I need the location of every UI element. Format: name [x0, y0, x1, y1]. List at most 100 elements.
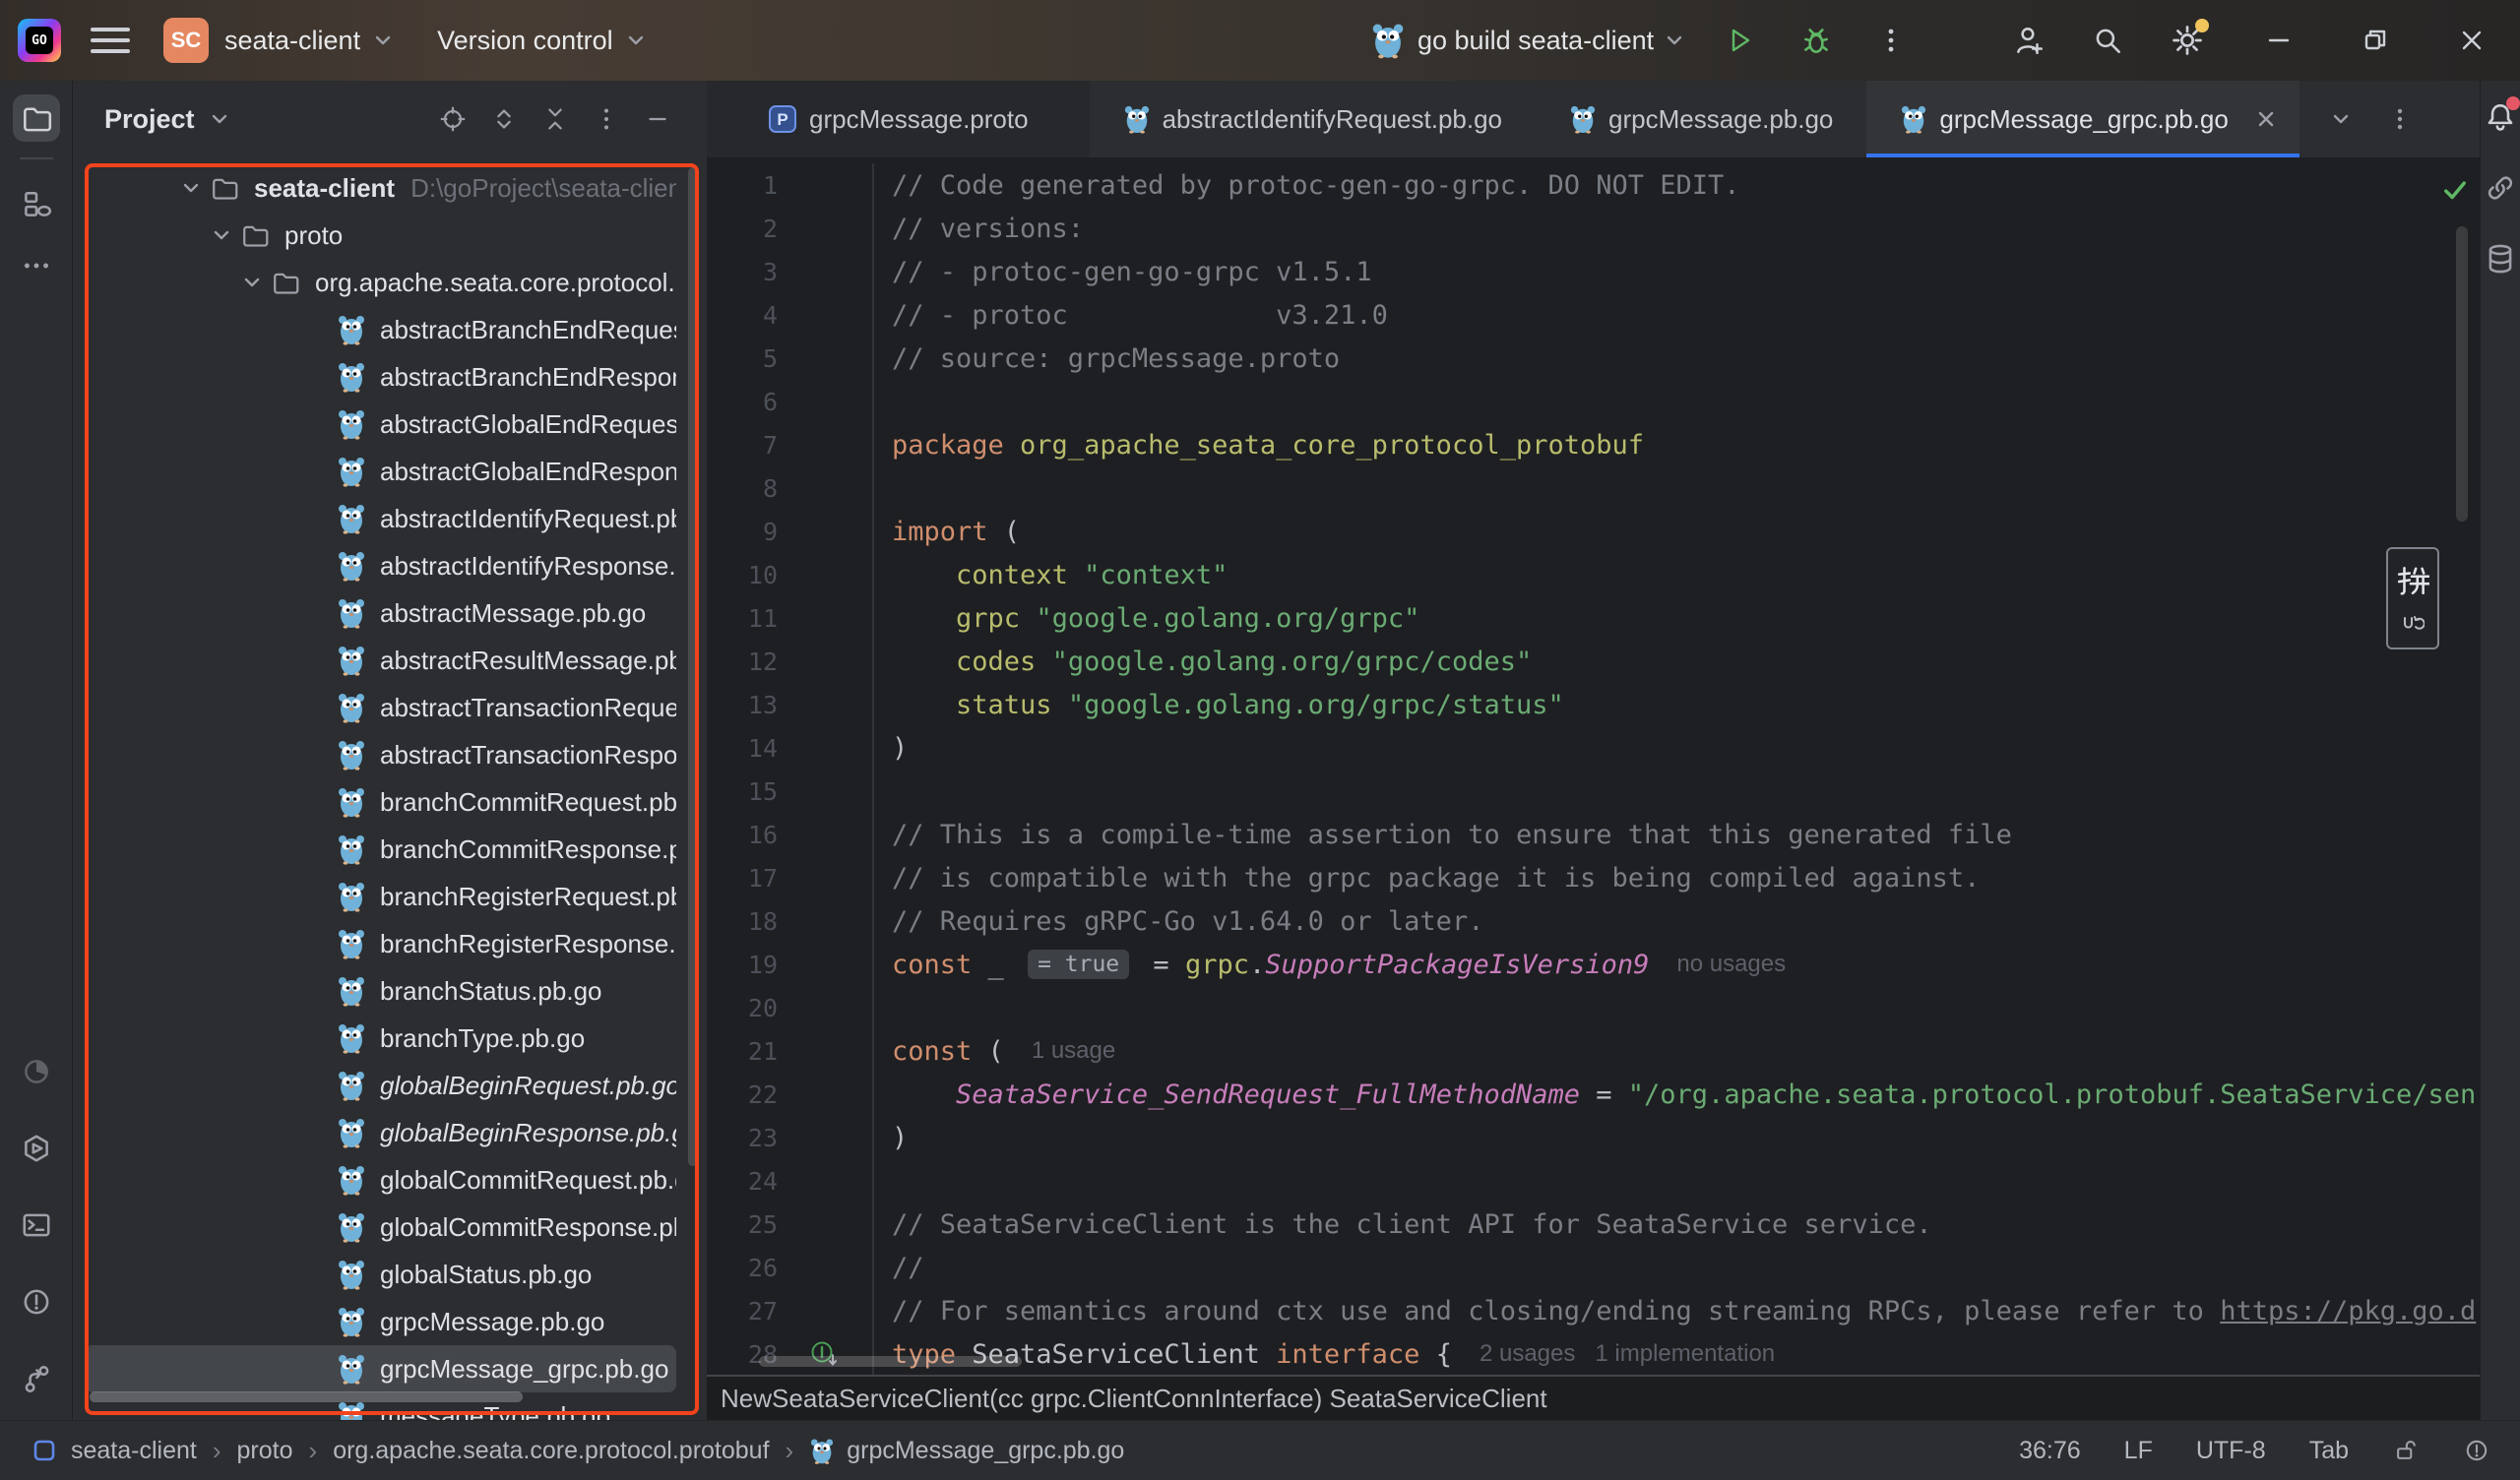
chevron-down-icon[interactable]	[207, 106, 232, 132]
tree-item-abstractIdentifyRequest.pb.go[interactable]: abstractIdentifyRequest.pb.go	[85, 495, 676, 542]
collapse-all-icon[interactable]	[540, 104, 570, 134]
code-text[interactable]: // SeataServiceClient is the client API …	[874, 1209, 1932, 1240]
code-text[interactable]: // This is a compile-time assertion to e…	[874, 820, 2012, 850]
indent-style[interactable]: Tab	[2309, 1437, 2349, 1465]
tree-item-abstractTransactionResponse.pb.go[interactable]: abstractTransactionResponse.pb.go	[85, 731, 676, 778]
chevron-expanded-icon[interactable]	[238, 269, 266, 296]
tree-item-abstractGlobalEndRequest.pb.go[interactable]: abstractGlobalEndRequest.pb.go	[85, 401, 676, 448]
code-text[interactable]: import (	[874, 517, 1020, 547]
line-number[interactable]: 18	[707, 907, 778, 936]
project-avatar[interactable]: SC	[163, 18, 209, 63]
line-number[interactable]: 15	[707, 777, 778, 806]
sidebar-item-git[interactable]	[13, 1355, 60, 1402]
line-number[interactable]: 14	[707, 734, 778, 763]
tree-item-abstractBranchEndRequest.pb.go[interactable]: abstractBranchEndRequest.pb.go	[85, 306, 676, 353]
line-number[interactable]: 20	[707, 994, 778, 1022]
tree-item-globalCommitRequest.pb.go[interactable]: globalCommitRequest.pb.go	[85, 1156, 676, 1203]
line-number[interactable]: 23	[707, 1124, 778, 1152]
sidebar-item-more[interactable]	[13, 242, 60, 289]
sidebar-item-terminal[interactable]	[13, 1202, 60, 1249]
search-icon[interactable]	[2091, 24, 2124, 57]
add-user-icon[interactable]	[2012, 24, 2046, 57]
code-text[interactable]: //	[874, 1253, 924, 1283]
tab-abstractIdentifyRequest.pb.go[interactable]: abstractIdentifyRequest.pb.go	[1090, 81, 1536, 157]
tree-item-globalBeginRequest.pb.go[interactable]: globalBeginRequest.pb.go	[85, 1062, 676, 1109]
code-text[interactable]: // is compatible with the grpc package i…	[874, 863, 1980, 894]
code-text[interactable]: grpc "google.golang.org/grpc"	[874, 603, 1419, 634]
line-number[interactable]: 7	[707, 431, 778, 460]
line-number[interactable]: 11	[707, 604, 778, 633]
code-text[interactable]: // versions:	[874, 214, 1084, 244]
sidebar-item-ai-assistant[interactable]	[2484, 171, 2517, 205]
sidebar-item-notifications[interactable]	[2484, 100, 2517, 134]
sidebar-item-problems[interactable]	[13, 1278, 60, 1326]
line-number[interactable]: 8	[707, 474, 778, 503]
ime-indicator[interactable]	[2386, 547, 2439, 649]
tree-item-seata-client[interactable]: seata-clientD:\goProject\seata-client	[85, 164, 676, 212]
expand-all-icon[interactable]	[489, 104, 519, 134]
line-number[interactable]: 27	[707, 1297, 778, 1326]
tab-grpcMessage.pb.go[interactable]: grpcMessage.pb.go	[1536, 81, 1866, 157]
tab-grpcMessage_grpc.pb.go[interactable]: grpcMessage_grpc.pb.go	[1866, 81, 2299, 157]
line-number[interactable]: 5	[707, 344, 778, 373]
tree-item-grpcMessage.pb.go[interactable]: grpcMessage.pb.go	[85, 1298, 676, 1345]
tree-item-branchRegisterRequest.pb.go[interactable]: branchRegisterRequest.pb.go	[85, 873, 676, 920]
breadcrumb-proto[interactable]: proto	[237, 1437, 293, 1465]
file-encoding[interactable]: UTF-8	[2196, 1437, 2266, 1465]
chevron-expanded-icon[interactable]	[177, 174, 205, 202]
tree-item-proto[interactable]: proto	[85, 212, 676, 259]
code-text[interactable]: codes "google.golang.org/grpc/codes"	[874, 647, 1532, 677]
line-number[interactable]: 17	[707, 864, 778, 893]
code-text[interactable]: // source: grpcMessage.proto	[874, 343, 1340, 374]
unlocked-icon[interactable]	[2392, 1437, 2420, 1464]
close-tab-icon[interactable]	[2254, 107, 2278, 131]
run-button[interactable]	[1723, 24, 1756, 57]
code-text[interactable]: // - protoc-gen-go-grpc v1.5.1	[874, 257, 1372, 287]
sidebar-item-services[interactable]	[13, 1125, 60, 1172]
line-number[interactable]: 21	[707, 1037, 778, 1066]
editor-horizontal-scrollbar[interactable]	[759, 1356, 1022, 1367]
code-editor[interactable]: 1// Code generated by protoc-gen-go-grpc…	[707, 157, 2480, 1375]
chevron-down-icon[interactable]	[1662, 28, 1687, 53]
tree-item-abstractTransactionRequest.pb.go[interactable]: abstractTransactionRequest.pb.go	[85, 684, 676, 731]
tree-item-globalBeginResponse.pb.go[interactable]: globalBeginResponse.pb.go	[85, 1109, 676, 1156]
line-number[interactable]: 19	[707, 951, 778, 979]
tree-item-globalCommitResponse.pb.go[interactable]: globalCommitResponse.pb.go	[85, 1203, 676, 1251]
line-number[interactable]: 4	[707, 301, 778, 330]
tree-item-abstractIdentifyResponse.pb.go[interactable]: abstractIdentifyResponse.pb.go	[85, 542, 676, 589]
version-control-menu[interactable]: Version control	[437, 26, 649, 56]
code-text[interactable]: // Code generated by protoc-gen-go-grpc.…	[874, 170, 1740, 201]
project-tree-horizontal-scrollbar[interactable]	[90, 1391, 523, 1402]
breadcrumb-package[interactable]: org.apache.seata.core.protocol.protobuf	[333, 1437, 769, 1465]
tree-item-abstractBranchEndResponse.pb.go[interactable]: abstractBranchEndResponse.pb.go	[85, 353, 676, 401]
tree-item-abstractResultMessage.pb.go[interactable]: abstractResultMessage.pb.go	[85, 637, 676, 684]
run-config-label[interactable]: go build seata-client	[1418, 26, 1654, 56]
code-text[interactable]: )	[874, 1123, 908, 1153]
tree-item-branchStatus.pb.go[interactable]: branchStatus.pb.go	[85, 967, 676, 1015]
sidebar-item-database[interactable]	[2484, 242, 2517, 276]
tree-item-abstractMessage.pb.go[interactable]: abstractMessage.pb.go	[85, 589, 676, 637]
line-ending[interactable]: LF	[2124, 1437, 2153, 1465]
sidebar-item-project[interactable]	[13, 94, 60, 142]
code-text[interactable]: const (1 usage	[874, 1036, 1115, 1067]
minimize-button[interactable]	[2231, 0, 2327, 81]
sidebar-item-profiler[interactable]	[13, 1048, 60, 1095]
line-number[interactable]: 13	[707, 691, 778, 719]
tree-item-branchType.pb.go[interactable]: branchType.pb.go	[85, 1015, 676, 1062]
line-number[interactable]: 12	[707, 648, 778, 676]
hidden-tabs-chevron-icon[interactable]	[2327, 105, 2355, 133]
tree-item-grpcMessage_grpc.pb.go[interactable]: grpcMessage_grpc.pb.go	[85, 1345, 676, 1392]
close-button[interactable]	[2424, 0, 2520, 81]
code-text[interactable]: package org_apache_seata_core_protocol_p…	[874, 430, 1644, 461]
code-text[interactable]: // For semantics around ctx use and clos…	[874, 1296, 2476, 1326]
tree-item-globalStatus.pb.go[interactable]: globalStatus.pb.go	[85, 1251, 676, 1298]
line-number[interactable]: 22	[707, 1080, 778, 1109]
breadcrumb-file[interactable]: grpcMessage_grpc.pb.go	[847, 1437, 1124, 1465]
line-number[interactable]: 24	[707, 1167, 778, 1196]
project-tree-vertical-scrollbar[interactable]	[688, 167, 698, 1166]
restore-button[interactable]	[2327, 0, 2424, 81]
tree-item-branchRegisterResponse.pb.go[interactable]: branchRegisterResponse.pb.go	[85, 920, 676, 967]
line-number[interactable]: 10	[707, 561, 778, 589]
tree-item-org.apache.seata.core.protocol.protobuf[interactable]: org.apache.seata.core.protocol.protobuf	[85, 259, 676, 306]
debug-button[interactable]	[1799, 24, 1833, 57]
